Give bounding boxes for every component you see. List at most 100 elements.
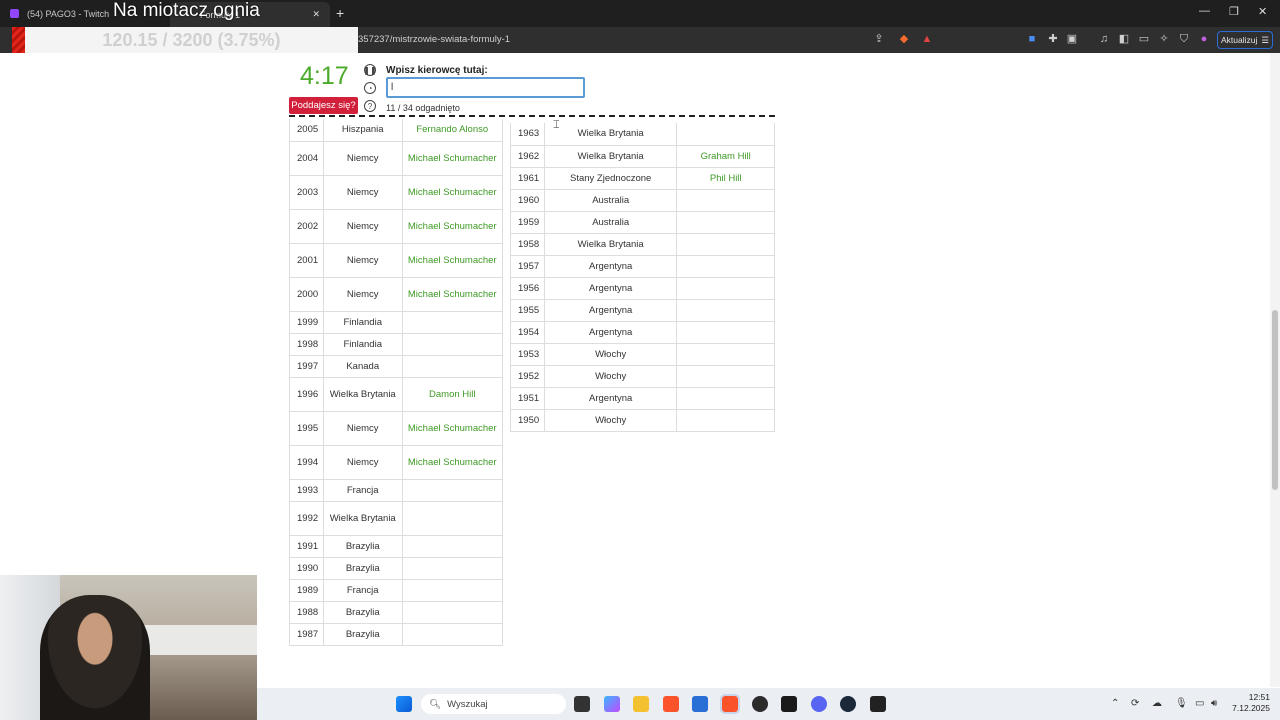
scrollbar-thumb[interactable] — [1272, 310, 1278, 490]
table-row: 1997 Kanada — [289, 355, 504, 378]
rewards-icon[interactable]: ▲ — [921, 33, 933, 45]
cell-driver: Michael Schumacher — [402, 141, 504, 176]
tray-cloud-icon[interactable]: ☁ — [1152, 698, 1162, 709]
maximize-icon[interactable]: ❐ — [1229, 5, 1239, 18]
cell-country: Argentyna — [544, 387, 678, 410]
profile-icon[interactable]: ● — [1198, 33, 1210, 45]
cell-driver — [402, 579, 504, 602]
puzzle-icon[interactable]: ✚ — [1047, 33, 1059, 45]
obs-icon[interactable] — [752, 696, 768, 712]
cell-year: 1958 — [510, 233, 545, 256]
cell-year: 1956 — [510, 277, 545, 300]
close-window-icon[interactable]: ✕ — [1258, 5, 1267, 18]
cell-country: Wielka Brytania — [323, 501, 403, 536]
cell-driver — [402, 501, 504, 536]
file-explorer-icon[interactable] — [633, 696, 649, 712]
cell-country: Finlandia — [323, 333, 403, 356]
task-view-icon[interactable] — [574, 696, 590, 712]
tray-mic-icon[interactable]: 🎙︎ — [1175, 698, 1188, 709]
update-button[interactable]: Aktualizuj ☰ — [1217, 31, 1273, 49]
cell-year: 1988 — [289, 601, 324, 624]
table-row: 1957 Argentyna — [510, 255, 775, 278]
cell-year: 1961 — [510, 167, 545, 190]
cell-driver — [402, 601, 504, 624]
table-row: 1963 Wielka Brytania — [510, 123, 775, 146]
clock-icon[interactable]: ◔ — [364, 82, 376, 94]
brave-active-icon[interactable] — [720, 694, 740, 714]
search-icon: 🔍︎ — [429, 698, 442, 710]
discord-icon[interactable] — [811, 696, 827, 712]
cell-country: Australia — [544, 211, 678, 234]
cell-year: 2003 — [289, 175, 324, 210]
cell-year: 1963 — [510, 123, 545, 146]
table-row: 1991 Brazylia — [289, 535, 504, 558]
driver-answer-input[interactable] — [386, 77, 585, 98]
cell-driver — [676, 211, 775, 234]
cell-country: Włochy — [544, 365, 678, 388]
cell-driver — [676, 299, 775, 322]
help-icon[interactable]: ? — [364, 100, 376, 112]
cell-year: 1992 — [289, 501, 324, 536]
taskbar-search[interactable]: 🔍︎ Wyszukaj — [421, 694, 566, 714]
store-icon[interactable] — [692, 696, 708, 712]
cell-driver: Fernando Alonso — [402, 119, 504, 142]
table-row: 1987 Brazylia — [289, 623, 504, 646]
inkscape-icon[interactable] — [870, 696, 886, 712]
cell-country: Argentyna — [544, 277, 678, 300]
cell-year: 2001 — [289, 243, 324, 278]
extension-icon[interactable]: ■ — [1026, 33, 1038, 45]
table-row: 1959 Australia — [510, 211, 775, 234]
tray-volume-icon[interactable]: 🔊︎ — [1211, 698, 1217, 709]
table-row: 1960 Australia — [510, 189, 775, 212]
leo-ai-icon[interactable]: ✧ — [1158, 33, 1170, 45]
table-row: 1958 Wielka Brytania — [510, 233, 775, 256]
share-icon[interactable]: ⇪ — [873, 33, 885, 45]
brave-icon[interactable] — [663, 696, 679, 712]
tray-chevron-icon[interactable]: ⌃ — [1111, 698, 1119, 709]
webcam-streamer — [40, 595, 150, 720]
cell-year: 1995 — [289, 411, 324, 446]
taskbar-clock[interactable]: 12:51 7.12.2025 — [1226, 692, 1270, 714]
cell-year: 1951 — [510, 387, 545, 410]
cell-driver — [402, 311, 504, 334]
cell-year: 1954 — [510, 321, 545, 344]
table-row: 1990 Brazylia — [289, 557, 504, 580]
new-tab-icon[interactable]: + — [336, 5, 344, 21]
cell-year: 1989 — [289, 579, 324, 602]
minimize-icon[interactable]: — — [1199, 5, 1210, 17]
wallet-icon[interactable]: ▭ — [1138, 33, 1150, 45]
table-row: 1950 Włochy — [510, 409, 775, 432]
table-row: 1953 Włochy — [510, 343, 775, 366]
clock-date: 7.12.2025 — [1232, 703, 1270, 713]
capture-icon[interactable]: ▣ — [1066, 33, 1078, 45]
cell-driver — [402, 557, 504, 580]
tray-sync-icon[interactable]: ⟳ — [1131, 698, 1139, 709]
cell-country: Finlandia — [323, 311, 403, 334]
cell-country: Francja — [323, 579, 403, 602]
close-tab-icon[interactable]: ✕ — [312, 9, 320, 20]
cell-driver — [676, 387, 775, 410]
sidebar-icon[interactable]: ◧ — [1118, 33, 1130, 45]
give-up-button[interactable]: Poddajesz się? — [289, 97, 358, 114]
cell-driver — [676, 123, 775, 146]
steam-icon[interactable] — [840, 696, 856, 712]
cell-country: Wielka Brytania — [544, 123, 678, 146]
copilot-icon[interactable] — [604, 696, 620, 712]
cell-year: 1991 — [289, 535, 324, 558]
music-icon[interactable]: ♫ — [1098, 33, 1110, 45]
url-text[interactable]: 357237/mistrzowie-swiata-formuly-1 — [358, 34, 510, 45]
app-icon[interactable] — [781, 696, 797, 712]
cell-driver — [676, 321, 775, 344]
start-icon[interactable] — [396, 696, 412, 712]
cell-driver — [676, 277, 775, 300]
brave-shield-icon[interactable]: ◆ — [898, 33, 910, 45]
vpn-icon[interactable]: ⛉ — [1178, 33, 1190, 45]
update-label: Aktualizuj — [1220, 35, 1258, 45]
cell-driver — [402, 623, 504, 646]
cell-country: Argentyna — [544, 255, 678, 278]
cell-year: 1957 — [510, 255, 545, 278]
table-row: 1952 Włochy — [510, 365, 775, 388]
cell-country: Niemcy — [323, 175, 403, 210]
pause-icon[interactable]: ❚❚ — [363, 64, 377, 76]
tray-display-icon[interactable]: ▭ — [1195, 698, 1204, 709]
